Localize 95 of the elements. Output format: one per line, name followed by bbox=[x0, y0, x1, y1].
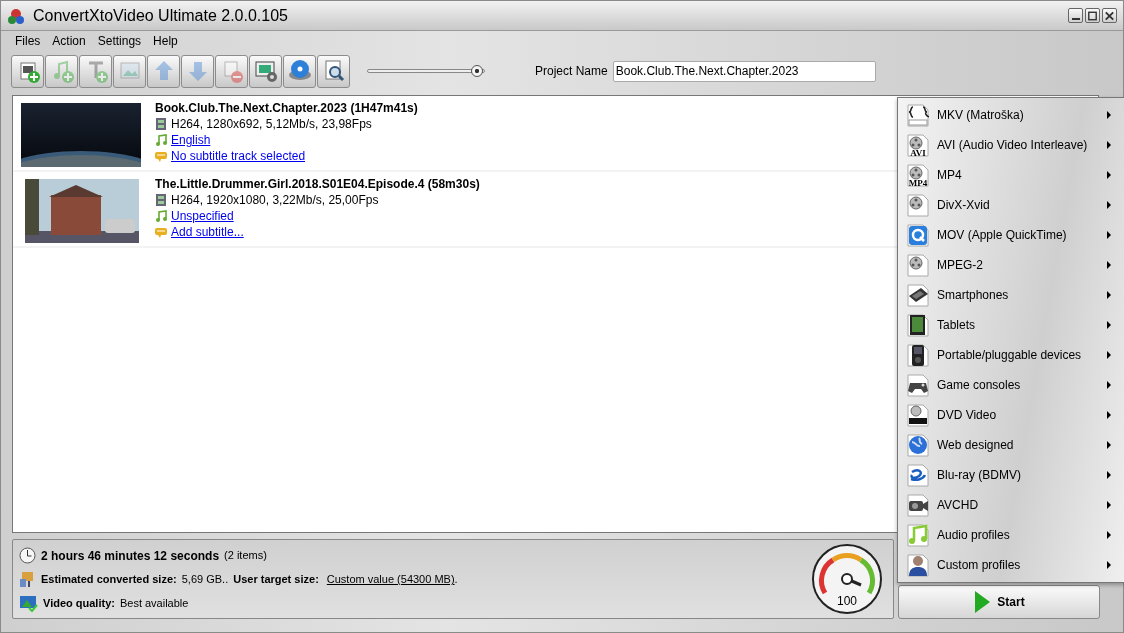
menu-item[interactable]: Settings bbox=[91, 32, 148, 50]
submenu-arrow-icon bbox=[1107, 111, 1112, 119]
zoom-slider[interactable] bbox=[367, 64, 485, 78]
music-note-icon bbox=[155, 134, 167, 146]
format-menu-item[interactable]: Blu-ray (BDMV) bbox=[898, 460, 1124, 490]
submenu-arrow-icon bbox=[1107, 531, 1112, 539]
disc-button[interactable] bbox=[283, 54, 316, 88]
music-note-icon bbox=[155, 210, 167, 222]
submenu-arrow-icon bbox=[1107, 171, 1112, 179]
submenu-arrow-icon bbox=[1107, 441, 1112, 449]
person-silhouette-icon bbox=[907, 553, 929, 577]
quicktime-q-icon bbox=[907, 223, 929, 247]
format-menu-item[interactable]: MP4 MP4 bbox=[898, 160, 1124, 190]
menu-item[interactable]: Files bbox=[9, 32, 47, 50]
format-menu-item[interactable]: DVD Video bbox=[898, 400, 1124, 430]
globe-icon bbox=[907, 433, 929, 457]
close-button[interactable] bbox=[1102, 8, 1117, 23]
slider-thumb[interactable] bbox=[470, 65, 483, 77]
submenu-arrow-icon bbox=[1107, 231, 1112, 239]
window-title: ConvertXtoVideo Ultimate 2.0.0.105 bbox=[33, 5, 288, 26]
film-reel-icon bbox=[907, 193, 929, 217]
submenu-arrow-icon bbox=[1107, 201, 1112, 209]
start-button[interactable]: Start bbox=[898, 585, 1100, 619]
format-menu-item[interactable]: Web designed bbox=[898, 430, 1124, 460]
format-menu-item[interactable]: Custom profiles bbox=[898, 550, 1124, 580]
dvd-icon bbox=[907, 403, 929, 427]
format-menu-item[interactable]: Game consoles bbox=[898, 370, 1124, 400]
subtitle-link[interactable]: No subtitle track selected bbox=[171, 148, 306, 164]
submenu-arrow-icon bbox=[1107, 381, 1112, 389]
menu-item[interactable]: Help bbox=[147, 32, 184, 50]
submenu-arrow-icon bbox=[1107, 411, 1112, 419]
music-note-icon bbox=[907, 523, 929, 547]
video-title: Book.Club.The.Next.Chapter.2023 (1H47m41s) bbox=[155, 100, 418, 116]
format-menu-item[interactable]: AVCHD bbox=[898, 490, 1124, 520]
format-menu-item[interactable]: MPEG-2 bbox=[898, 250, 1124, 280]
tablet-icon bbox=[907, 313, 929, 337]
format-menu-item[interactable]: DivX-Xvid bbox=[898, 190, 1124, 220]
size-value: 5,69 GB.. bbox=[181, 572, 229, 588]
total-duration: 2 hours 46 minutes 12 seconds bbox=[41, 547, 220, 565]
item-count: (2 items) bbox=[224, 548, 267, 564]
format-menu-item[interactable]: Tablets bbox=[898, 310, 1124, 340]
submenu-arrow-icon bbox=[1107, 291, 1112, 299]
gauge-reading: 100 bbox=[837, 594, 857, 608]
format-menu-item[interactable]: Smartphones bbox=[898, 280, 1124, 310]
clock-icon bbox=[19, 547, 36, 564]
quality-gauge-drawing bbox=[812, 544, 882, 614]
media-player-icon bbox=[907, 343, 929, 367]
project-name-label: Project Name bbox=[535, 63, 608, 80]
menu-item[interactable]: Action bbox=[46, 32, 92, 50]
add-video-button[interactable] bbox=[11, 54, 44, 88]
film-reel-icon bbox=[907, 253, 929, 277]
speech-bubble-icon bbox=[155, 226, 167, 238]
audio-track-link[interactable]: Unspecified bbox=[171, 208, 234, 224]
disc-logo-icon bbox=[907, 463, 929, 487]
video-info: H264, 1920x1080, 3,22Mb/s, 25,00Fps bbox=[171, 192, 379, 208]
period-text: . bbox=[454, 572, 458, 588]
audio-track-link[interactable]: English bbox=[171, 132, 211, 148]
camcorder-icon bbox=[907, 493, 929, 517]
format-menu-item[interactable]: AVI AVI (Audio Video Interleave) bbox=[898, 130, 1124, 160]
package-icon bbox=[19, 571, 36, 588]
submenu-arrow-icon bbox=[1107, 561, 1112, 569]
play-icon bbox=[973, 590, 992, 614]
subtitle-link[interactable]: Add subtitle... bbox=[171, 224, 244, 240]
speech-bubble-icon bbox=[155, 150, 167, 162]
app-logo-icon bbox=[7, 6, 25, 25]
submenu-arrow-icon bbox=[1107, 471, 1112, 479]
video-title: The.Little.Drummer.Girl.2018.S01E04.Episode.4 (58m30s) bbox=[155, 176, 480, 192]
quality-value: Best available bbox=[119, 596, 189, 612]
quality-label: Video quality: bbox=[43, 596, 115, 612]
project-name-field[interactable]: Book.Club.The.Next.Chapter.2023 bbox=[612, 60, 876, 82]
submenu-arrow-icon bbox=[1107, 261, 1112, 269]
film-strip-icon bbox=[155, 194, 167, 206]
format-menu-item[interactable]: Portable/pluggable devices bbox=[898, 340, 1124, 370]
picture-check-icon bbox=[19, 595, 38, 612]
submenu-arrow-icon bbox=[1107, 321, 1112, 329]
format-menu-item[interactable]: MKV (Matroška) bbox=[898, 100, 1124, 130]
gamepad-icon bbox=[907, 373, 929, 397]
submenu-arrow-icon bbox=[1107, 351, 1112, 359]
minimize-icon bbox=[1071, 18, 1080, 20]
maximize-button[interactable] bbox=[1085, 8, 1100, 23]
target-size-label: User target size: bbox=[233, 572, 319, 588]
video-info: H264, 1280x692, 5,12Mb/s, 23,98Fps bbox=[171, 116, 372, 132]
format-menu-item[interactable]: MOV (Apple QuickTime) bbox=[898, 220, 1124, 250]
submenu-arrow-icon bbox=[1107, 501, 1112, 509]
smartphone-icon bbox=[907, 283, 929, 307]
preview-button[interactable] bbox=[317, 54, 350, 88]
format-menu-item[interactable]: Audio profiles bbox=[898, 520, 1124, 550]
settings-icon bbox=[252, 58, 279, 84]
submenu-arrow-icon bbox=[1107, 141, 1112, 149]
minimize-button[interactable] bbox=[1068, 8, 1083, 23]
target-size-link[interactable]: Custom value (54300 MB) bbox=[326, 571, 455, 588]
film-strip-icon bbox=[155, 118, 167, 130]
settings-button[interactable] bbox=[249, 54, 282, 88]
braces-icon bbox=[907, 103, 929, 127]
size-label: Estimated converted size: bbox=[41, 572, 177, 588]
